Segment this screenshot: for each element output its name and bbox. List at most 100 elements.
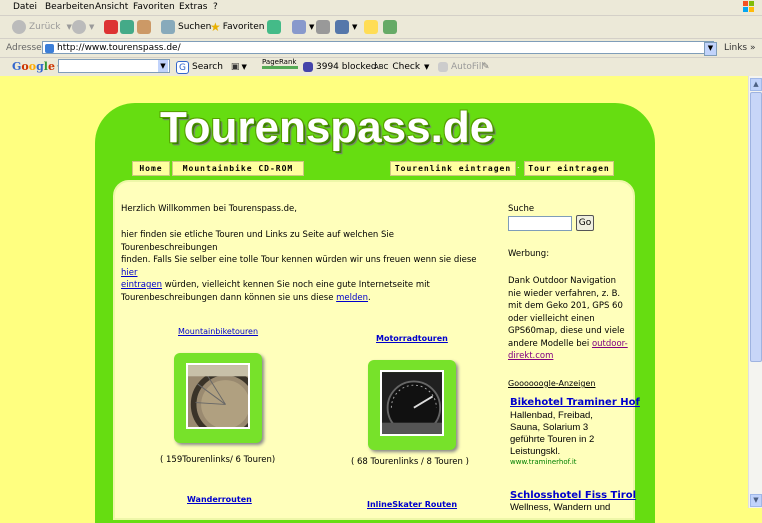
- hier-link[interactable]: hier: [121, 268, 137, 278]
- welcome-text: Herzlich Willkommen bei Tourenspass.de,: [121, 204, 297, 214]
- menu-extras[interactable]: Extras: [179, 2, 207, 12]
- motorrad-link[interactable]: Motorradtouren: [376, 334, 448, 343]
- wanderrouten-link[interactable]: Wanderrouten: [187, 495, 252, 504]
- discuss-button[interactable]: [383, 19, 400, 35]
- ad-line: mit dem Geko 201, GPS 60: [508, 301, 623, 311]
- go-button[interactable]: Go: [576, 215, 594, 231]
- links-button[interactable]: Links »: [724, 43, 756, 53]
- menu-bar: Datei Bearbeiten Ansicht Favoriten Extra…: [0, 0, 762, 16]
- edit-icon: [335, 20, 349, 34]
- nav-mountainbike-cd[interactable]: Mountainbike CD-ROM: [172, 161, 304, 176]
- refresh-button[interactable]: [120, 19, 137, 35]
- werbung-heading: Werbung:: [508, 249, 550, 259]
- address-dropdown-icon[interactable]: ▼: [704, 42, 717, 56]
- check-label: Check: [392, 62, 421, 72]
- vertical-scrollbar[interactable]: ▲ ▼: [748, 76, 762, 508]
- motorrad-count: ( 68 Tourenlinks / 8 Touren ): [351, 457, 469, 467]
- edit-button[interactable]: ▼: [335, 19, 357, 35]
- intro-line-2: finden. Falls Sie selber eine tolle Tour…: [121, 255, 477, 265]
- ad-line: andere Modelle bei: [508, 338, 590, 349]
- melden-link[interactable]: melden: [336, 293, 368, 303]
- autofill-button[interactable]: AutoFill: [438, 59, 484, 75]
- motorrad-image-frame[interactable]: [368, 360, 456, 450]
- intro-line-4: Tourenbeschreibungen dann können sie uns…: [121, 292, 334, 303]
- ad-body-line: Sauna, Solarium 3: [510, 422, 589, 433]
- google-g-icon: G: [176, 60, 189, 74]
- popup-blocked-icon: [303, 62, 313, 72]
- intro-paragraph: hier finden sie etliche Touren und Links…: [121, 229, 491, 304]
- print-button[interactable]: [316, 19, 333, 35]
- google-search-label: Search: [192, 62, 223, 72]
- intro-end: .: [368, 292, 371, 303]
- intro-line-1: hier finden sie etliche Touren und Links…: [121, 230, 395, 253]
- home-icon: [137, 20, 151, 34]
- ad-title-fiss[interactable]: Schlosshotel Fiss Tirol: [510, 490, 636, 501]
- google-search-button[interactable]: G Search ▣ ▼: [176, 59, 247, 75]
- ad-body-line: Hallenbad, Freibad,: [510, 410, 593, 421]
- mountainbike-link[interactable]: Mountainbiketouren: [178, 327, 258, 336]
- intro-line-3: würden, vielleicht kennen Sie noch eine …: [164, 280, 430, 290]
- mail-icon: [292, 20, 306, 34]
- outdoor-direkt-link-cont[interactable]: direkt.com: [508, 351, 553, 361]
- nav-tour-eintragen[interactable]: Tour eintragen: [524, 161, 614, 176]
- forward-button[interactable]: ▼: [72, 19, 94, 35]
- ad-line: GPS60map, diese und viele: [508, 326, 625, 336]
- options-button[interactable]: ✎: [482, 59, 490, 75]
- ad-body-fiss: Wellness, Wandern und: [510, 502, 610, 514]
- ad-title-traminer[interactable]: Bikehotel Traminer Hof: [510, 397, 640, 408]
- mountainbike-image-frame[interactable]: [174, 353, 262, 443]
- outdoor-direkt-link[interactable]: outdoor-: [592, 339, 628, 349]
- menu-favoriten[interactable]: Favoriten: [133, 2, 175, 12]
- scroll-up-icon[interactable]: ▲: [750, 78, 762, 91]
- popup-blocker[interactable]: 3994 blocked: [303, 59, 377, 75]
- address-input[interactable]: http://www.tourenspass.de/: [42, 41, 714, 54]
- ad-url-traminer[interactable]: www.traminerhof.it: [510, 458, 577, 466]
- scroll-down-icon[interactable]: ▼: [750, 494, 762, 507]
- page-icon: [45, 44, 54, 53]
- refresh-icon: [120, 20, 134, 34]
- stop-button[interactable]: [104, 19, 121, 35]
- messenger-button[interactable]: [364, 19, 381, 35]
- google-logo[interactable]: Google ▼: [12, 60, 63, 73]
- ad-line: oder vielleicht einen: [508, 313, 595, 324]
- mountainbike-count: ( 159Tourenlinks/ 6 Touren): [160, 455, 276, 465]
- nav-home[interactable]: Home: [132, 161, 170, 176]
- menu-ansicht[interactable]: Ansicht: [95, 2, 128, 12]
- blocked-label: 3994 blocked: [316, 62, 377, 72]
- pagerank-label: PageRank: [262, 58, 297, 66]
- mail-button[interactable]: ▼: [292, 19, 314, 35]
- eintragen-link[interactable]: eintragen: [121, 280, 162, 290]
- print-icon: [316, 20, 330, 34]
- ad-line: Dank Outdoor Navigation: [508, 276, 617, 286]
- site-logo[interactable]: Tourenspass.de: [160, 104, 494, 152]
- history-icon: [267, 20, 281, 34]
- standard-toolbar: Zurück ▼ ▼ Suchen ★ Favoriten ▼ ▼: [0, 16, 762, 39]
- scroll-thumb[interactable]: [750, 92, 762, 362]
- history-button[interactable]: [267, 19, 284, 35]
- menu-bearbeiten[interactable]: Bearbeiten: [45, 2, 94, 12]
- home-button[interactable]: [137, 19, 154, 35]
- google-news-icon[interactable]: ▣: [231, 62, 240, 72]
- spell-check-button[interactable]: ABC Check ▼: [374, 59, 429, 75]
- nav-tourenlink-eintragen[interactable]: Tourenlink eintragen: [390, 161, 516, 176]
- ad-body-line: geführte Touren in 2: [510, 434, 595, 445]
- search-button[interactable]: Suchen: [161, 19, 211, 35]
- google-ads-label[interactable]: Goooooogle-Anzeigen: [508, 378, 595, 391]
- search-label: Suchen: [178, 22, 212, 32]
- mountainbike-tire-image: [186, 363, 250, 429]
- nav-separator: .: [517, 161, 520, 170]
- autofill-icon: [438, 62, 448, 72]
- google-search-input[interactable]: [58, 59, 170, 73]
- back-button[interactable]: Zurück ▼: [12, 19, 72, 35]
- ad-body-line: Leistungskl.: [510, 446, 561, 457]
- abc-check-icon: ABC: [374, 63, 389, 71]
- address-bar: Adresse http://www.tourenspass.de/ ▼ Lin…: [0, 39, 762, 58]
- site-search-input[interactable]: [508, 216, 572, 231]
- address-label: Adresse: [6, 43, 42, 53]
- menu-datei[interactable]: Datei: [13, 2, 37, 12]
- note-icon: [364, 20, 378, 34]
- ad-line: nie wieder verfahren, z. B.: [508, 288, 621, 299]
- google-dropdown-icon[interactable]: ▼: [158, 60, 168, 72]
- favorites-button[interactable]: ★ Favoriten: [210, 19, 264, 35]
- menu-help[interactable]: ?: [213, 2, 218, 12]
